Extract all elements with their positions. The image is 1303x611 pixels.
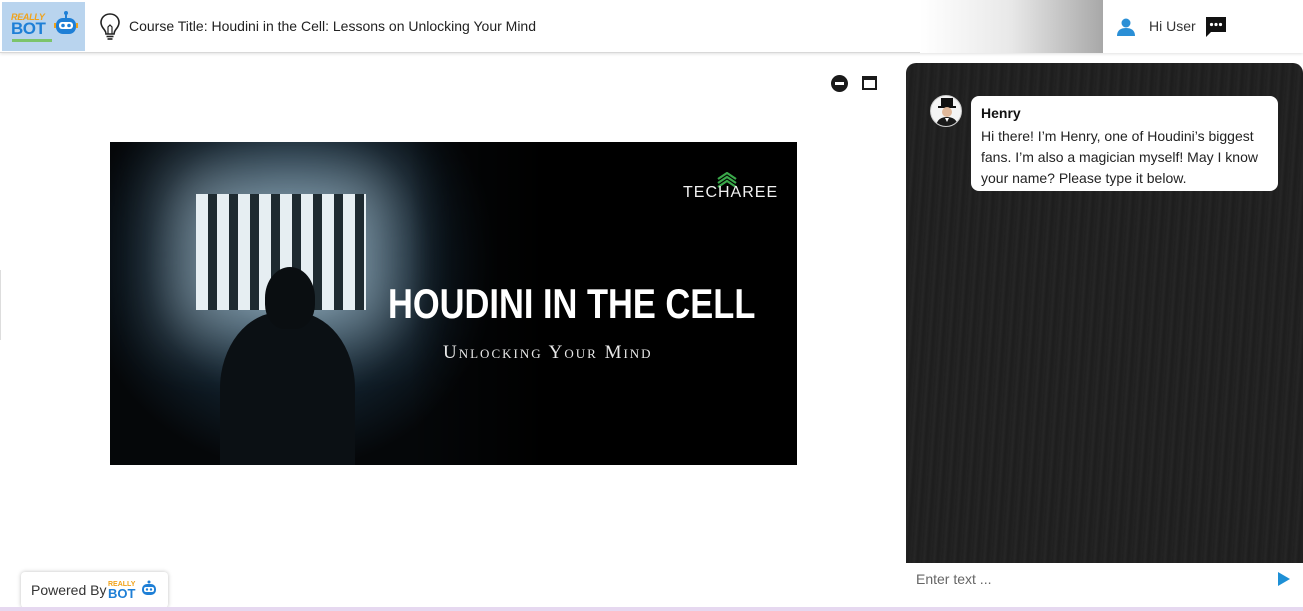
svg-text:BOT: BOT <box>108 586 136 601</box>
maximize-icon[interactable] <box>862 76 877 90</box>
bottom-border <box>0 607 1303 611</box>
course-banner: TECHAREE HOUDINI IN THE CELL Unlocking Y… <box>110 142 797 465</box>
chat-message-bubble: Henry Hi there! I’m Henry, one of Houdin… <box>971 96 1278 191</box>
send-icon[interactable] <box>1277 571 1291 587</box>
banner-title: HOUDINI IN THE CELL <box>388 280 756 327</box>
message-sender: Henry <box>981 105 1021 121</box>
powered-by-badge[interactable]: Powered By REALLY BOT <box>21 572 168 608</box>
reallybot-logo-icon: REALLY BOT <box>108 580 156 601</box>
lightbulb-icon <box>100 13 120 40</box>
top-header: REALLY BOT Course Title: Houdini in the … <box>0 0 1303 53</box>
chat-bubble-icon[interactable] <box>1204 15 1228 39</box>
left-edge-handle <box>0 270 3 340</box>
logo-bot-text: BOT <box>11 19 46 38</box>
app-logo[interactable]: REALLY BOT <box>2 2 85 51</box>
henry-avatar <box>930 95 962 127</box>
user-greeting[interactable]: Hi User <box>1149 18 1196 34</box>
powered-by-label: Powered By <box>31 582 107 598</box>
chat-text-input[interactable] <box>916 570 1266 588</box>
message-text: Hi there! I’m Henry, one of Houdini’s bi… <box>981 128 1258 186</box>
hooded-figure-head <box>265 267 315 329</box>
banner-brand: TECHAREE <box>683 184 779 201</box>
hooded-figure-body <box>220 312 355 465</box>
banner-subtitle: Unlocking Your Mind <box>443 342 653 363</box>
user-icon[interactable] <box>1116 17 1136 37</box>
logo-underline <box>12 39 52 42</box>
header-gradient <box>920 0 1103 53</box>
robot-icon <box>54 11 78 34</box>
minimize-icon[interactable] <box>831 75 848 92</box>
course-title: Course Title: Houdini in the Cell: Lesso… <box>129 18 537 34</box>
